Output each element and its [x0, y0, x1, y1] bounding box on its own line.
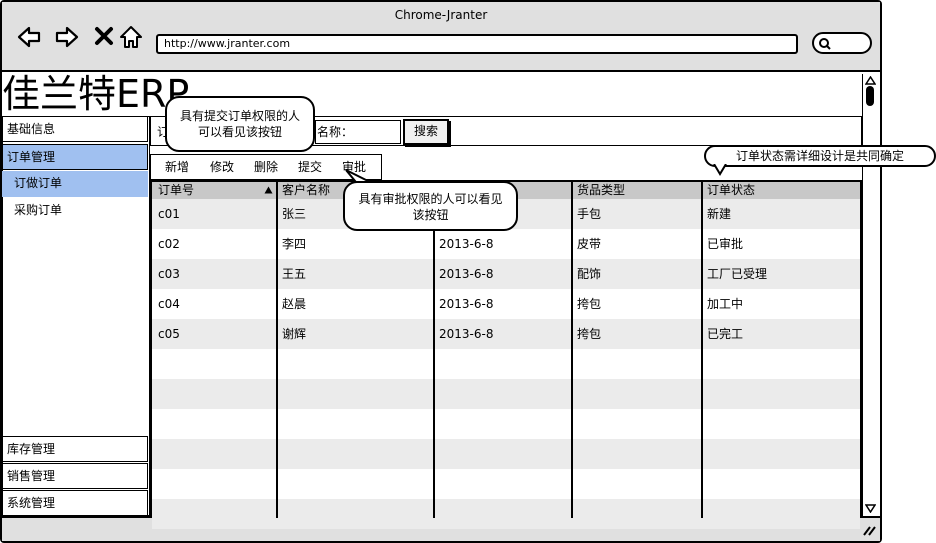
sidebar: 基础信息 订单管理 订做订单 采购订单 库存管理 销售管理 系统管理 — [2, 116, 150, 516]
table-cell: 已审批 — [707, 237, 744, 251]
browser-toolbar: Chrome-Jranter http://www.jranter.com — [2, 2, 880, 72]
close-x-icon[interactable] — [92, 24, 118, 50]
magnifier-icon — [819, 38, 831, 50]
sidebar-item-order-management[interactable]: 订单管理 — [2, 144, 148, 170]
table-cell: 王五 — [282, 267, 307, 281]
table-row[interactable] — [152, 439, 860, 469]
table-cell: 新建 — [707, 207, 732, 221]
table-cell: 配饰 — [577, 267, 602, 281]
sidebar-item-custom-orders[interactable]: 订做订单 — [2, 171, 148, 197]
table-cell: c02 — [158, 237, 180, 251]
table-cell: c05 — [158, 327, 180, 341]
table-cell: 挎包 — [577, 297, 602, 311]
table-cell: 2013-6-8 — [439, 297, 494, 311]
name-input[interactable] — [315, 120, 401, 144]
table-row[interactable]: c03 王五 2013-6-8 配饰 工厂已受理 — [152, 259, 860, 289]
table-row[interactable]: c05 谢辉 2013-6-8 挎包 已完工 — [152, 319, 860, 349]
address-bar[interactable]: http://www.jranter.com — [156, 34, 798, 54]
status-design-callout: 订单状态需详细设计是共同确定 — [704, 145, 936, 167]
table-row[interactable] — [152, 349, 860, 379]
sort-ascending-icon[interactable] — [264, 186, 273, 194]
table-row[interactable]: c02 李四 2013-6-8 皮带 已审批 — [152, 229, 860, 259]
column-divider — [571, 182, 573, 518]
table-cell: 已完工 — [707, 327, 744, 341]
table-cell: 2013-6-8 — [439, 327, 494, 341]
table-cell: 谢辉 — [282, 327, 307, 341]
table-cell: 挎包 — [577, 327, 602, 341]
scroll-thumb[interactable] — [866, 86, 874, 106]
table-cell: 皮带 — [577, 237, 602, 251]
sidebar-item-inventory[interactable]: 库存管理 — [2, 436, 148, 462]
browser-search-box[interactable] — [812, 32, 872, 54]
table-cell: 赵晨 — [282, 297, 307, 311]
forward-arrow-icon[interactable] — [54, 24, 80, 50]
table-row[interactable] — [152, 469, 860, 499]
callout-pointer — [713, 164, 727, 176]
sidebar-item-purchase-orders[interactable]: 采购订单 — [2, 198, 148, 224]
sidebar-item-system[interactable]: 系统管理 — [2, 490, 148, 516]
table-cell: 2013-6-8 — [439, 237, 494, 251]
scroll-down-icon[interactable] — [865, 504, 876, 513]
add-button[interactable]: 新增 — [165, 157, 189, 177]
column-divider — [433, 182, 435, 518]
table-cell: c01 — [158, 207, 180, 221]
table-cell: c04 — [158, 297, 180, 311]
submit-button[interactable]: 提交 — [298, 157, 322, 177]
sidebar-item-sales[interactable]: 销售管理 — [2, 463, 148, 489]
table-cell: 加工中 — [707, 297, 744, 311]
window-title: Chrome-Jranter — [394, 8, 488, 22]
table-cell: 李四 — [282, 237, 307, 251]
home-icon[interactable] — [118, 24, 144, 50]
table-row[interactable] — [152, 499, 860, 529]
search-button[interactable]: 搜索 — [403, 119, 449, 145]
scroll-up-icon[interactable] — [865, 76, 876, 85]
submit-permission-callout: 具有提交订单权限的人可以看见该按钮 — [165, 96, 315, 152]
approve-permission-callout: 具有审批权限的人可以看见该按钮 — [343, 181, 518, 231]
column-header-goods-type[interactable]: 货品类型 — [571, 182, 707, 199]
edit-button[interactable]: 修改 — [210, 157, 234, 177]
approve-callout-text: 具有审批权限的人可以看见该按钮 — [358, 192, 503, 222]
table-row[interactable]: c04 赵晨 2013-6-8 挎包 加工中 — [152, 289, 860, 319]
sidebar-item-basic-info[interactable]: 基础信息 — [2, 116, 148, 142]
table-row[interactable] — [152, 379, 860, 409]
column-divider — [276, 182, 278, 518]
column-header-order-no[interactable]: 订单号 — [152, 182, 282, 199]
delete-button[interactable]: 删除 — [254, 157, 278, 177]
table-cell: 工厂已受理 — [707, 267, 768, 281]
resize-grip-icon[interactable] — [862, 524, 876, 536]
table-row[interactable] — [152, 409, 860, 439]
status-callout-text: 订单状态需详细设计是共同确定 — [735, 149, 904, 163]
column-divider — [701, 182, 703, 518]
submit-callout-text: 具有提交订单权限的人可以看见该按钮 — [180, 109, 301, 139]
app-title: 佳兰特ERP — [2, 72, 190, 116]
table-cell: 2013-6-8 — [439, 267, 494, 281]
back-arrow-icon[interactable] — [16, 24, 42, 50]
table-cell: 手包 — [577, 207, 602, 221]
table-cell: c03 — [158, 267, 180, 281]
column-header-order-status[interactable]: 订单状态 — [701, 182, 866, 199]
